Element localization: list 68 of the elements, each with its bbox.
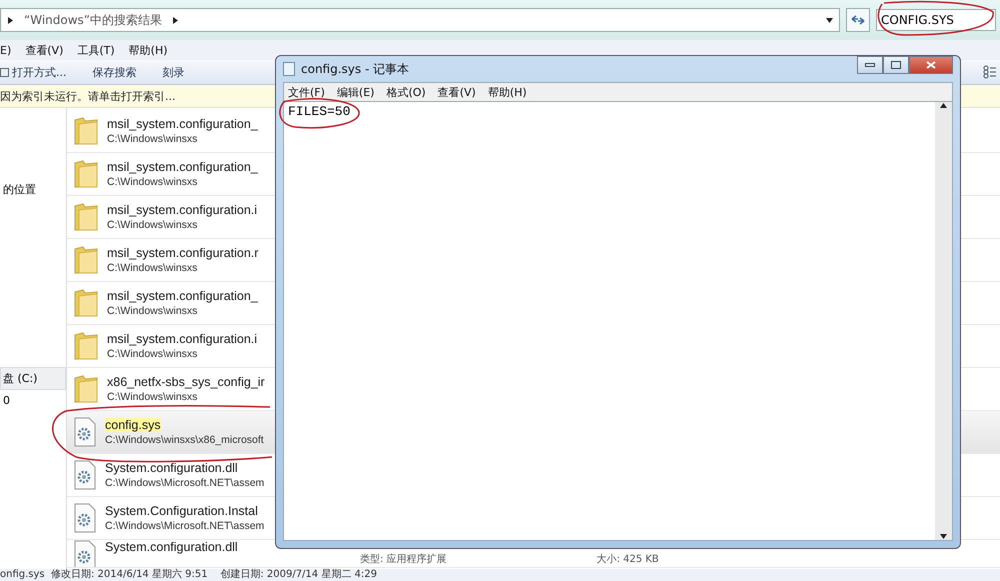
file-path: C:\Windows\winsxs\x86_microsoft [105,434,264,446]
file-path: C:\Windows\winsxs [107,391,198,403]
file-path: C:\Windows\Microsoft.NET\assem [105,520,264,532]
file-path: C:\Windows\winsxs [107,262,198,274]
folder-icon [73,245,99,275]
file-path: C:\Windows\winsxs [107,219,198,231]
breadcrumb-arrow-icon[interactable] [7,16,14,24]
search-field[interactable]: CONFIG.SYS [876,9,996,31]
toolbar-button[interactable]: 刻录 [162,64,184,80]
menu-item[interactable]: 查看(V) [438,84,476,100]
menu-item[interactable]: 查看(V) [25,42,64,58]
window-title: config.sys - 记事本 [301,60,410,78]
menu-item[interactable]: 帮助(H) [488,84,527,100]
maximize-button[interactable] [883,56,909,74]
notepad-icon [283,62,295,76]
sidebar-item[interactable]: 0 [0,390,66,411]
file-name: System.configuration.dll [105,461,238,475]
sidebar-item[interactable]: 的位置 [0,178,66,201]
minimize-icon [865,63,875,67]
sidebar-item[interactable]: 盘 (C:) [0,367,66,390]
file-name: System.configuration.dll [105,540,238,554]
close-icon [926,61,936,69]
file-name: msil_system.configuration_ [107,117,258,131]
file-path: C:\Windows\winsxs [107,305,198,317]
menu-item[interactable]: 帮助(H) [128,42,168,58]
address-bar[interactable]: “Windows”中的搜索结果 [0,8,840,32]
file-path: C:\Windows\winsxs [107,348,198,360]
refresh-button[interactable] [846,8,870,32]
file-name: msil_system.configuration.i [107,203,258,217]
file-name: System.Configuration.Instal [105,504,258,518]
file-path: C:\Windows\winsxs [107,133,198,145]
settings-file-icon [73,417,97,447]
folder-icon [73,116,99,146]
toolbar-button[interactable]: 打开方式... [0,64,66,80]
maximize-icon [891,61,901,69]
file-name: msil_system.configuration.r [107,246,258,260]
view-options-icon[interactable] [983,65,997,79]
menu-item[interactable]: 格式(O) [386,84,426,100]
file-path: C:\Windows\Microsoft.NET\assem [105,477,264,489]
file-name: x86_netfx-sbs_sys_config_ir [107,375,265,389]
toolbar-button[interactable]: 保存搜索 [92,64,136,80]
menu-item[interactable]: 文件(F) [288,84,325,100]
refresh-icon [851,14,865,26]
settings-file-icon [73,460,97,490]
folder-icon [73,202,99,232]
file-name: msil_system.configuration_ [107,289,258,303]
breadcrumb-arrow-icon[interactable] [172,16,179,24]
folder-icon [73,374,99,404]
status-text: onfig.sys 修改日期: 2014/6/14 星期六 9:51 创建日期: 2009/7/14 星期二 4:29 [0,569,377,581]
scrollbar[interactable] [935,102,952,540]
open-with-icon [0,68,9,76]
menu-item[interactable]: 工具(T) [77,42,115,58]
file-type: 类型: 应用程序扩展 [360,554,447,566]
file-path: C:\Windows\winsxs [107,176,198,188]
file-size: 大小: 425 KB [596,554,659,566]
menu-item[interactable]: 编辑(E) [336,84,374,100]
file-name: msil_system.configuration_ [107,160,258,174]
file-name: msil_system.configuration.i [107,332,258,346]
folder-icon [73,331,99,361]
folder-icon [73,159,99,189]
menu-item[interactable]: E) [0,44,12,56]
folder-icon [73,288,99,318]
settings-file-icon [73,503,97,533]
breadcrumb-item[interactable]: “Windows”中的搜索结果 [24,12,162,28]
dropdown-icon[interactable] [826,16,833,24]
file-name: config.sys [105,418,161,432]
close-button[interactable] [909,56,953,74]
minimize-button[interactable] [857,56,883,74]
